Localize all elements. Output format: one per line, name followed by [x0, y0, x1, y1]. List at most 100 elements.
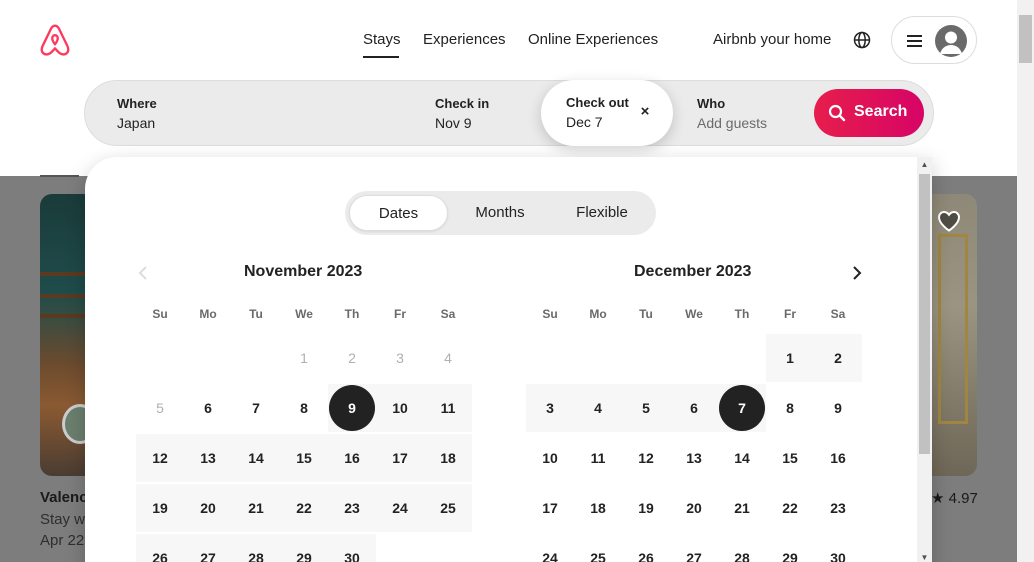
date-picker-popover: Dates Months Flexible November 2023 Dece…: [85, 157, 932, 562]
calendar-day[interactable]: 13: [184, 434, 232, 482]
page-scrollbar[interactable]: [1017, 0, 1034, 562]
scroll-up-icon[interactable]: ▲: [919, 160, 930, 170]
calendar-day[interactable]: 29: [280, 534, 328, 562]
calendar-day[interactable]: 25: [424, 484, 472, 532]
tab-dates[interactable]: Dates: [349, 195, 448, 231]
tab-online-experiences[interactable]: Online Experiences: [528, 31, 658, 48]
calendar-day[interactable]: 30: [328, 534, 376, 562]
calendar-day[interactable]: 17: [526, 484, 574, 532]
check-in-value: Nov 9: [435, 115, 472, 131]
calendar-day[interactable]: 25: [574, 534, 622, 562]
selected-day[interactable]: 9: [328, 384, 376, 432]
calendar-day[interactable]: 19: [622, 484, 670, 532]
calendar-day[interactable]: 6: [184, 384, 232, 432]
calendar-day[interactable]: 18: [574, 484, 622, 532]
calendar-day[interactable]: 1: [766, 334, 814, 382]
user-avatar-icon: [935, 25, 967, 57]
calendar-day[interactable]: 28: [718, 534, 766, 562]
tab-experiences[interactable]: Experiences: [423, 31, 506, 48]
calendar-day[interactable]: 11: [424, 384, 472, 432]
calendar-day[interactable]: 27: [184, 534, 232, 562]
calendar-day[interactable]: 8: [280, 384, 328, 432]
calendar-day[interactable]: 7: [232, 384, 280, 432]
weekday-header: Mo: [199, 307, 217, 321]
calendar-day: 1: [300, 350, 308, 366]
where-field[interactable]: Where Japan: [85, 81, 415, 145]
calendar-day[interactable]: 22: [766, 484, 814, 532]
calendar-day[interactable]: 16: [814, 434, 862, 482]
calendar-day[interactable]: 12: [136, 434, 184, 482]
calendar-day[interactable]: 12: [622, 434, 670, 482]
listing-photo[interactable]: [932, 194, 977, 476]
popover-scrollbar-thumb[interactable]: [919, 174, 930, 454]
weekday-header: Su: [542, 307, 558, 321]
calendar-day[interactable]: 20: [670, 484, 718, 532]
calendar-day[interactable]: 5: [622, 384, 670, 432]
calendar-day[interactable]: 2: [814, 334, 862, 382]
calendar-day[interactable]: 14: [718, 434, 766, 482]
calendar-day[interactable]: 29: [766, 534, 814, 562]
calendar-day[interactable]: 22: [280, 484, 328, 532]
page-scrollbar-thumb[interactable]: [1019, 15, 1032, 63]
calendar-day[interactable]: 21: [232, 484, 280, 532]
globe-icon[interactable]: [853, 31, 871, 49]
calendar-day[interactable]: 4: [574, 384, 622, 432]
calendar-day[interactable]: 20: [184, 484, 232, 532]
calendar-day[interactable]: 3: [526, 384, 574, 432]
calendar-day[interactable]: 15: [280, 434, 328, 482]
calendar-day[interactable]: 6: [670, 384, 718, 432]
calendar-day[interactable]: 26: [136, 534, 184, 562]
calendar-day[interactable]: 13: [670, 434, 718, 482]
listing-rating: ★ 4.97: [931, 489, 978, 507]
search-bar: Where Japan Check in Nov 9 Check out Dec…: [84, 80, 934, 146]
check-in-field[interactable]: Check in Nov 9: [415, 81, 540, 145]
user-menu-button[interactable]: [891, 16, 977, 64]
calendar-day[interactable]: 18: [424, 434, 472, 482]
scroll-down-icon[interactable]: ▼: [919, 553, 930, 562]
calendar-day[interactable]: 28: [232, 534, 280, 562]
calendar-day[interactable]: 11: [574, 434, 622, 482]
calendar-day[interactable]: 17: [376, 434, 424, 482]
weekday-header: Th: [344, 307, 360, 321]
calendar-day[interactable]: 10: [376, 384, 424, 432]
site-header: Stays Experiences Online Experiences Air…: [0, 0, 1017, 176]
selected-day[interactable]: 7: [718, 384, 766, 432]
category-indicator: [40, 175, 79, 177]
calendar-day[interactable]: 15: [766, 434, 814, 482]
airbnb-logo[interactable]: [38, 22, 72, 58]
who-field[interactable]: Who Add guests: [673, 81, 813, 145]
calendar-day[interactable]: 26: [622, 534, 670, 562]
calendar-day[interactable]: 19: [136, 484, 184, 532]
chevron-left-icon[interactable]: [134, 263, 154, 283]
tab-flexible[interactable]: Flexible: [552, 195, 652, 231]
tab-months[interactable]: Months: [450, 195, 550, 231]
calendar-day[interactable]: 9: [814, 384, 862, 432]
calendar-day[interactable]: 23: [814, 484, 862, 532]
chevron-right-icon[interactable]: [846, 263, 866, 283]
date-mode-switcher: Dates Months Flexible: [345, 191, 656, 235]
where-value: Japan: [117, 115, 156, 131]
clear-date-icon[interactable]: ×: [635, 102, 655, 122]
calendar-day[interactable]: 21: [718, 484, 766, 532]
calendar-day[interactable]: 24: [526, 534, 574, 562]
calendar-day[interactable]: 24: [376, 484, 424, 532]
listing-dates: Apr 22: [40, 532, 85, 549]
calendar-day[interactable]: 27: [670, 534, 718, 562]
calendar-day[interactable]: 23: [328, 484, 376, 532]
calendar-day: 2: [348, 350, 356, 366]
check-in-label: Check in: [435, 96, 490, 111]
who-label: Who: [697, 96, 726, 111]
calendar-day[interactable]: 30: [814, 534, 862, 562]
search-button[interactable]: Search: [814, 89, 924, 137]
calendar-day[interactable]: 10: [526, 434, 574, 482]
calendar-day[interactable]: 8: [766, 384, 814, 432]
weekday-header: Su: [152, 307, 168, 321]
calendar-day: 5: [156, 400, 164, 416]
calendar-day[interactable]: 16: [328, 434, 376, 482]
heart-icon[interactable]: [937, 210, 961, 232]
weekday-header: Fr: [784, 307, 796, 321]
calendar-day[interactable]: 14: [232, 434, 280, 482]
tab-stays[interactable]: Stays: [363, 31, 401, 48]
check-out-field[interactable]: Check out Dec 7 ×: [541, 80, 673, 146]
airbnb-your-home-link[interactable]: Airbnb your home: [713, 31, 831, 48]
